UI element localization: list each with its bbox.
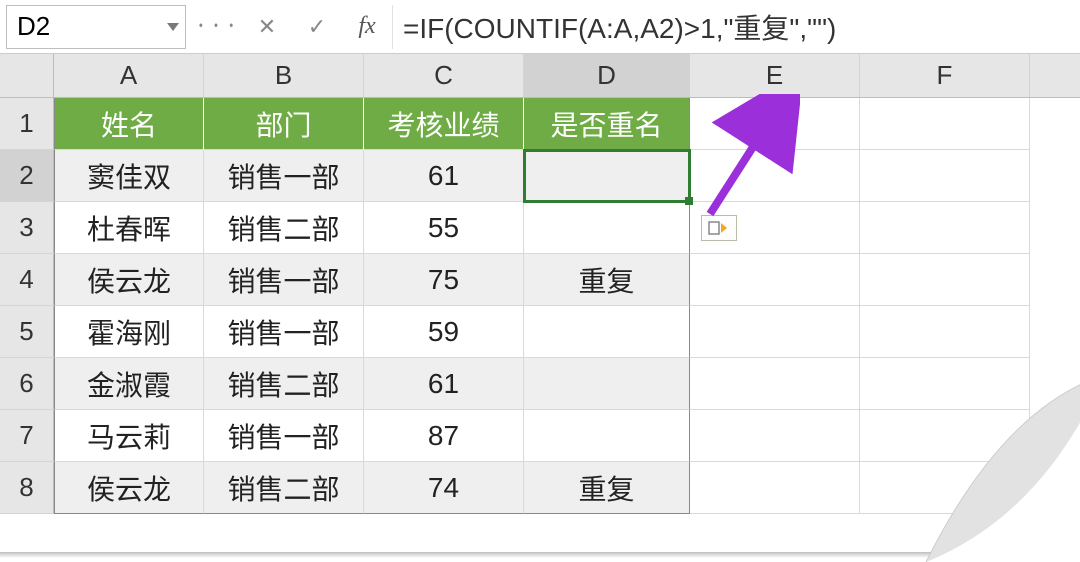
fx-button[interactable]: fx <box>350 10 384 44</box>
cell-A5[interactable]: 霍海刚 <box>54 306 204 358</box>
row-6: 6 金淑霞 销售二部 61 <box>0 358 1080 410</box>
row-header-8[interactable]: 8 <box>0 462 54 514</box>
column-headers: A B C D E F <box>0 54 1080 98</box>
header-cell-dept[interactable]: 部门 <box>204 98 364 150</box>
row-header-5[interactable]: 5 <box>0 306 54 358</box>
row-header-7[interactable]: 7 <box>0 410 54 462</box>
cell-A7[interactable]: 马云莉 <box>54 410 204 462</box>
fill-handle[interactable] <box>685 197 693 205</box>
cell-C8[interactable]: 74 <box>364 462 524 514</box>
col-header-C[interactable]: C <box>364 54 524 97</box>
col-header-F[interactable]: F <box>860 54 1030 97</box>
cell-C3[interactable]: 55 <box>364 202 524 254</box>
cell-F5[interactable] <box>860 306 1030 358</box>
row-3: 3 杜春晖 销售二部 55 <box>0 202 1080 254</box>
cell-A4[interactable]: 侯云龙 <box>54 254 204 306</box>
cell-A8[interactable]: 侯云龙 <box>54 462 204 514</box>
row-1: 1 姓名 部门 考核业绩 是否重名 <box>0 98 1080 150</box>
cell-B8[interactable]: 销售二部 <box>204 462 364 514</box>
cell-D5[interactable] <box>524 306 690 358</box>
row-header-1[interactable]: 1 <box>0 98 54 150</box>
formula-bar: D2 ᛫᛫᛫ ✕ ✓ fx =IF(COUNTIF(A:A,A2)>1,"重复"… <box>0 0 1080 54</box>
row-2: 2 窦佳双 销售一部 61 <box>0 150 1080 202</box>
cell-B7[interactable]: 销售一部 <box>204 410 364 462</box>
cell-F6[interactable] <box>860 358 1030 410</box>
cell-C7[interactable]: 87 <box>364 410 524 462</box>
spreadsheet-grid: A B C D E F 1 姓名 部门 考核业绩 是否重名 2 窦佳双 销售一部… <box>0 54 1080 514</box>
autofill-options-button[interactable] <box>701 215 737 241</box>
cell-E6[interactable] <box>690 358 860 410</box>
header-cell-score[interactable]: 考核业绩 <box>364 98 524 150</box>
cell-F1[interactable] <box>860 98 1030 150</box>
row-7: 7 马云莉 销售一部 87 <box>0 410 1080 462</box>
name-box[interactable]: D2 <box>6 5 186 49</box>
formula-bar-buttons: ᛫᛫᛫ ✕ ✓ fx <box>192 5 392 49</box>
cell-C4[interactable]: 75 <box>364 254 524 306</box>
bottom-shadow <box>0 552 1080 558</box>
formula-text: =IF(COUNTIF(A:A,A2)>1,"重复","") <box>403 7 836 47</box>
dots-icon: ᛫᛫᛫ <box>200 10 234 44</box>
cell-E7[interactable] <box>690 410 860 462</box>
col-header-A[interactable]: A <box>54 54 204 97</box>
cell-C2[interactable]: 61 <box>364 150 524 202</box>
cell-E5[interactable] <box>690 306 860 358</box>
cell-A6[interactable]: 金淑霞 <box>54 358 204 410</box>
cell-D7[interactable] <box>524 410 690 462</box>
cell-D6[interactable] <box>524 358 690 410</box>
cell-B6[interactable]: 销售二部 <box>204 358 364 410</box>
cell-E2[interactable] <box>690 150 860 202</box>
row-header-6[interactable]: 6 <box>0 358 54 410</box>
cell-B3[interactable]: 销售二部 <box>204 202 364 254</box>
select-all-corner[interactable] <box>0 54 54 97</box>
chevron-down-icon[interactable] <box>167 23 179 31</box>
cell-B5[interactable]: 销售一部 <box>204 306 364 358</box>
cancel-button[interactable]: ✕ <box>250 10 284 44</box>
header-cell-name[interactable]: 姓名 <box>54 98 204 150</box>
cell-D3[interactable] <box>524 202 690 254</box>
col-header-B[interactable]: B <box>204 54 364 97</box>
header-cell-dup[interactable]: 是否重名 <box>524 98 690 150</box>
cell-B2[interactable]: 销售一部 <box>204 150 364 202</box>
formula-input[interactable]: =IF(COUNTIF(A:A,A2)>1,"重复","") <box>392 5 1080 49</box>
cell-F8[interactable] <box>860 462 1030 514</box>
row-header-4[interactable]: 4 <box>0 254 54 306</box>
row-header-3[interactable]: 3 <box>0 202 54 254</box>
col-header-D[interactable]: D <box>524 54 690 97</box>
row-8: 8 侯云龙 销售二部 74 重复 <box>0 462 1080 514</box>
enter-button[interactable]: ✓ <box>300 10 334 44</box>
cell-A2[interactable]: 窦佳双 <box>54 150 204 202</box>
cell-F2[interactable] <box>860 150 1030 202</box>
row-header-2[interactable]: 2 <box>0 150 54 202</box>
cell-D4[interactable]: 重复 <box>524 254 690 306</box>
cell-D2[interactable] <box>524 150 690 202</box>
cell-F4[interactable] <box>860 254 1030 306</box>
cell-F3[interactable] <box>860 202 1030 254</box>
cell-C5[interactable]: 59 <box>364 306 524 358</box>
col-header-E[interactable]: E <box>690 54 860 97</box>
row-4: 4 侯云龙 销售一部 75 重复 <box>0 254 1080 306</box>
cell-A3[interactable]: 杜春晖 <box>54 202 204 254</box>
row-5: 5 霍海刚 销售一部 59 <box>0 306 1080 358</box>
cell-D8[interactable]: 重复 <box>524 462 690 514</box>
cell-F7[interactable] <box>860 410 1030 462</box>
cell-E4[interactable] <box>690 254 860 306</box>
cell-B4[interactable]: 销售一部 <box>204 254 364 306</box>
cell-E8[interactable] <box>690 462 860 514</box>
name-box-value: D2 <box>17 11 50 42</box>
cell-E1[interactable] <box>690 98 860 150</box>
cell-C6[interactable]: 61 <box>364 358 524 410</box>
